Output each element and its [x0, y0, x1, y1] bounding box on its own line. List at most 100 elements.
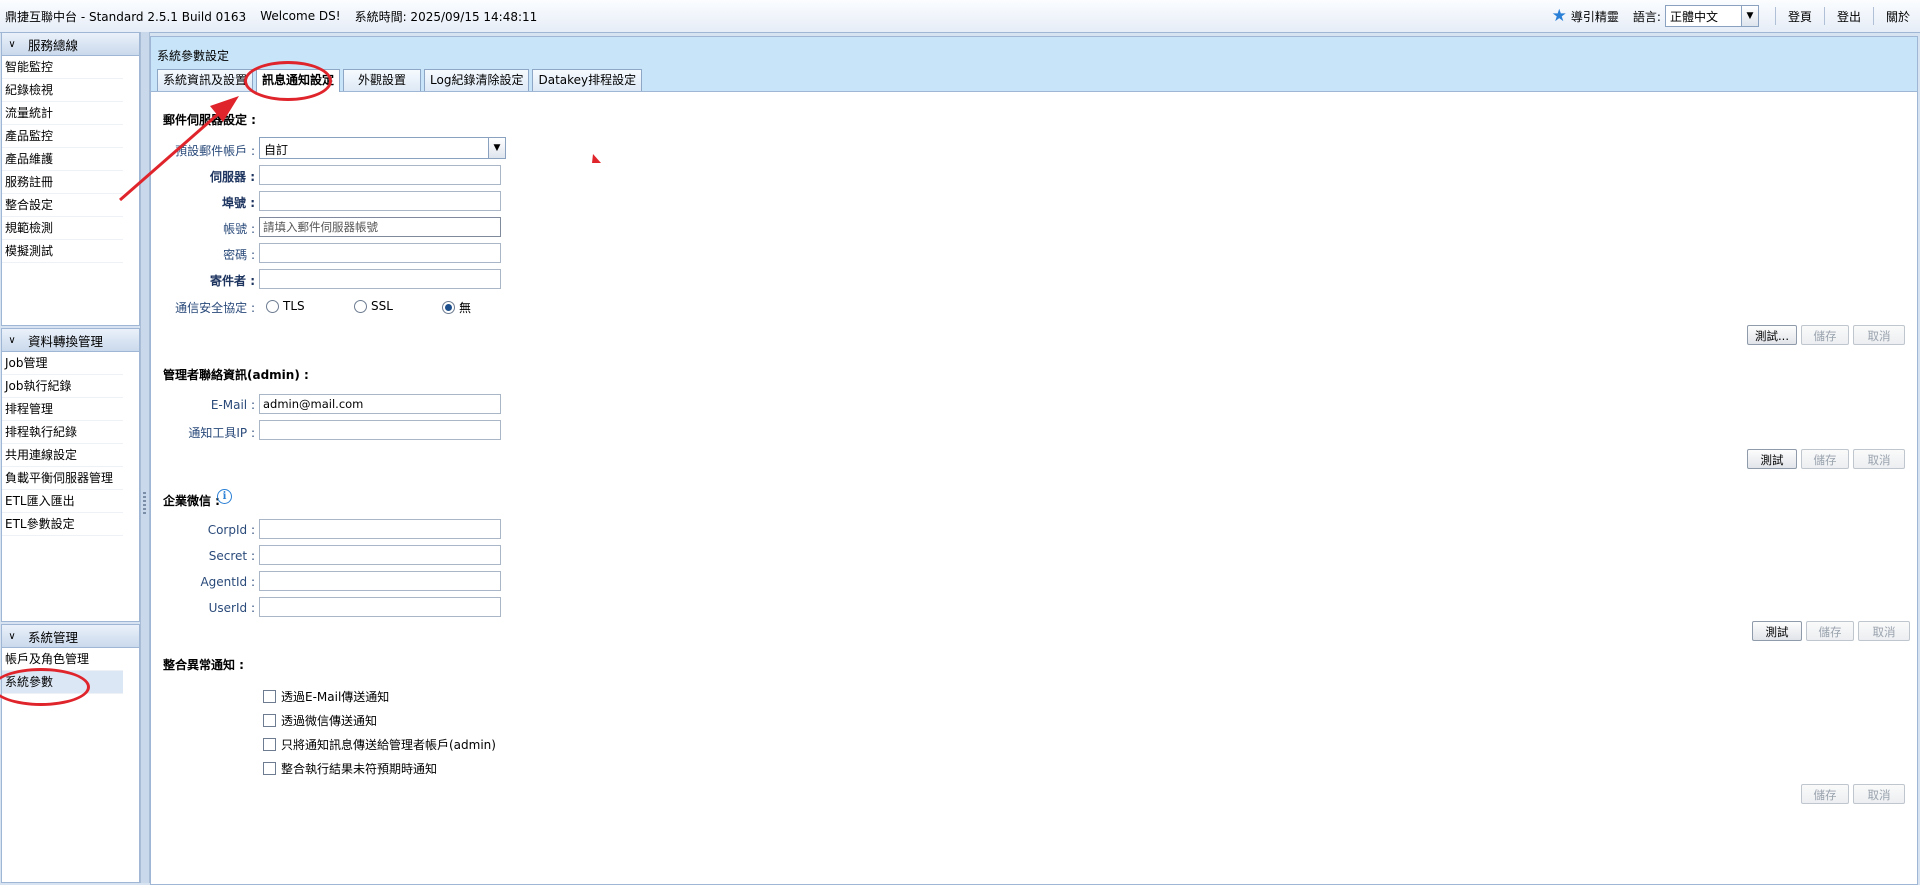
- sender-input[interactable]: [259, 269, 501, 289]
- tab-datakey-schedule[interactable]: Datakey排程設定: [532, 69, 643, 91]
- radio-button[interactable]: [354, 299, 367, 313]
- email-label: E-Mail :: [210, 398, 255, 412]
- panel-header[interactable]: ∨ 系統管理: [2, 625, 139, 648]
- sidebar-item-schedule-log[interactable]: 排程執行紀錄: [2, 421, 123, 444]
- mail-section-title: 郵件伺服器設定 :: [163, 113, 256, 127]
- port-input[interactable]: [259, 191, 501, 211]
- radio-label: 無: [459, 301, 472, 315]
- secret-input[interactable]: [259, 545, 501, 565]
- sidebar-item-log-view[interactable]: 紀錄檢視: [2, 79, 123, 102]
- tab-notification-settings[interactable]: 訊息通知設定: [256, 69, 341, 92]
- sidebar-item-job-manage[interactable]: Job管理: [2, 352, 123, 375]
- radio-button[interactable]: [266, 299, 279, 313]
- checkbox[interactable]: [263, 738, 276, 751]
- language-select[interactable]: 正體中文 ▼: [1664, 5, 1759, 27]
- sidebar-item-job-log[interactable]: Job執行紀錄: [2, 375, 123, 398]
- sidebar-item-shared-connection[interactable]: 共用連線設定: [2, 444, 123, 467]
- language-value: 正體中文: [1669, 9, 1718, 24]
- password-input[interactable]: [259, 243, 501, 263]
- userid-input[interactable]: [259, 597, 501, 617]
- sidebar-item-service-register[interactable]: 服務註冊: [2, 171, 123, 194]
- about-link[interactable]: 關於: [1884, 8, 1912, 25]
- radio-tls[interactable]: TLS: [266, 299, 305, 313]
- radio-label: TLS: [283, 299, 305, 313]
- checkbox[interactable]: [263, 714, 276, 727]
- wechat-cancel-button[interactable]: 取消: [1858, 621, 1910, 641]
- app-title: 鼎捷互聯中台 - Standard 2.5.1 Build 0163: [5, 9, 247, 24]
- radio-ssl[interactable]: SSL: [354, 299, 393, 313]
- sidebar-item-simulation-test[interactable]: 模擬測試: [2, 240, 123, 263]
- radio-button[interactable]: [442, 301, 455, 314]
- wechat-section-title: 企業微信 :: [163, 494, 220, 508]
- sidebar-item-etl-params[interactable]: ETL參數設定: [2, 513, 123, 536]
- wechat-test-button[interactable]: 測試: [1752, 621, 1802, 641]
- checkbox-admin-only[interactable]: 只將通知訊息傳送給管理者帳戶(admin): [263, 736, 496, 753]
- sidebar-item-smart-monitor[interactable]: 智能監控: [2, 56, 123, 79]
- home-link[interactable]: 登頁: [1786, 8, 1814, 25]
- star-icon[interactable]: ★: [1552, 6, 1567, 26]
- tab-system-info[interactable]: 系統資訊及設置: [157, 69, 254, 91]
- checkbox[interactable]: [263, 762, 276, 775]
- chevron-down-icon[interactable]: ▼: [488, 138, 505, 158]
- mail-save-button[interactable]: 儲存: [1801, 325, 1849, 345]
- panel-header[interactable]: ∨ 服務總線: [2, 33, 139, 56]
- notify-ip-input[interactable]: [259, 420, 501, 440]
- radio-label: SSL: [371, 299, 393, 313]
- panel-header[interactable]: ∨ 資料轉換管理: [2, 329, 139, 352]
- wizard-link[interactable]: 導引精靈: [1571, 8, 1619, 25]
- language-label: 語言:: [1632, 9, 1661, 24]
- agentid-input[interactable]: [259, 571, 501, 591]
- radio-none[interactable]: 無: [442, 299, 471, 316]
- alert-cancel-button[interactable]: 取消: [1853, 784, 1905, 804]
- info-icon[interactable]: i: [217, 489, 232, 504]
- tab-log-cleanup[interactable]: Log紀錄清除設定: [424, 69, 530, 91]
- checkbox[interactable]: [263, 690, 276, 703]
- sidebar-item-load-balancer[interactable]: 負載平衡伺服器管理: [2, 467, 123, 490]
- chevron-down-icon[interactable]: ∨: [2, 39, 22, 50]
- chevron-down-icon[interactable]: ∨: [2, 631, 22, 642]
- top-right-toolbar: ★ 導引精靈 語言: 正體中文 ▼ 登頁 登出 關於: [1552, 0, 1920, 32]
- logout-link[interactable]: 登出: [1835, 8, 1863, 25]
- sidebar-item-product-maintain[interactable]: 產品維護: [2, 148, 123, 171]
- mail-account-label: 預設郵件帳戶 :: [175, 144, 255, 158]
- admin-section-title: 管理者聯絡資訊(admin) :: [163, 368, 309, 382]
- sidebar-item-etl-import-export[interactable]: ETL匯入匯出: [2, 490, 123, 513]
- account-label: 帳號 :: [223, 222, 255, 236]
- panel-system-manage: ∨ 系統管理 帳戶及角色管理 系統參數: [1, 624, 140, 883]
- email-input[interactable]: admin@mail.com: [259, 394, 501, 414]
- corpid-input[interactable]: [259, 519, 501, 539]
- panel-title: 資料轉換管理: [28, 333, 104, 349]
- main-content: 系統參數設定 系統資訊及設置 訊息通知設定 外觀設置 Log紀錄清除設定 Dat…: [150, 36, 1918, 885]
- checkbox-unexpected-result[interactable]: 整合執行結果未符預期時通知: [263, 760, 437, 777]
- sidebar-item-schedule-manage[interactable]: 排程管理: [2, 398, 123, 421]
- mail-account-select[interactable]: 自訂 ▼: [259, 137, 506, 159]
- sidebar-item-traffic-stats[interactable]: 流量統計: [2, 102, 123, 125]
- account-input[interactable]: 請填入郵件伺服器帳號: [259, 217, 501, 237]
- chevron-down-icon[interactable]: ▼: [1740, 6, 1758, 26]
- mail-cancel-button[interactable]: 取消: [1853, 325, 1905, 345]
- userid-label: UserId :: [208, 601, 255, 615]
- mail-test-button[interactable]: 測試...: [1747, 325, 1797, 345]
- admin-test-button[interactable]: 測試: [1747, 449, 1797, 469]
- server-input[interactable]: [259, 165, 501, 185]
- panel-service-bus: ∨ 服務總線 智能監控 紀錄檢視 流量統計 產品監控 產品維護 服務註冊 整合設…: [1, 32, 140, 326]
- sidebar-item-integration-settings[interactable]: 整合設定: [2, 194, 123, 217]
- sidebar-splitter[interactable]: [140, 32, 150, 883]
- sidebar-item-product-monitor[interactable]: 產品監控: [2, 125, 123, 148]
- sidebar-item-account-roles[interactable]: 帳戶及角色管理: [2, 648, 123, 671]
- wechat-save-button[interactable]: 儲存: [1806, 621, 1854, 641]
- chevron-down-icon[interactable]: ∨: [2, 335, 22, 346]
- splitter-grip[interactable]: [143, 492, 146, 516]
- notify-ip-label: 通知工具IP :: [188, 426, 255, 440]
- system-time: 系統時間: 2025/09/15 14:48:11: [354, 9, 538, 24]
- checkbox-wechat-notify[interactable]: 透過微信傳送通知: [263, 712, 377, 729]
- admin-cancel-button[interactable]: 取消: [1853, 449, 1905, 469]
- page-title: 系統參數設定: [157, 49, 230, 63]
- sidebar-item-spec-check[interactable]: 規範檢測: [2, 217, 123, 240]
- tab-appearance[interactable]: 外觀設置: [343, 69, 422, 91]
- alert-save-button[interactable]: 儲存: [1801, 784, 1849, 804]
- divider: [1872, 7, 1874, 25]
- checkbox-email-notify[interactable]: 透過E-Mail傳送通知: [263, 688, 389, 705]
- sidebar-item-system-params[interactable]: 系統參數: [2, 671, 123, 694]
- admin-save-button[interactable]: 儲存: [1801, 449, 1849, 469]
